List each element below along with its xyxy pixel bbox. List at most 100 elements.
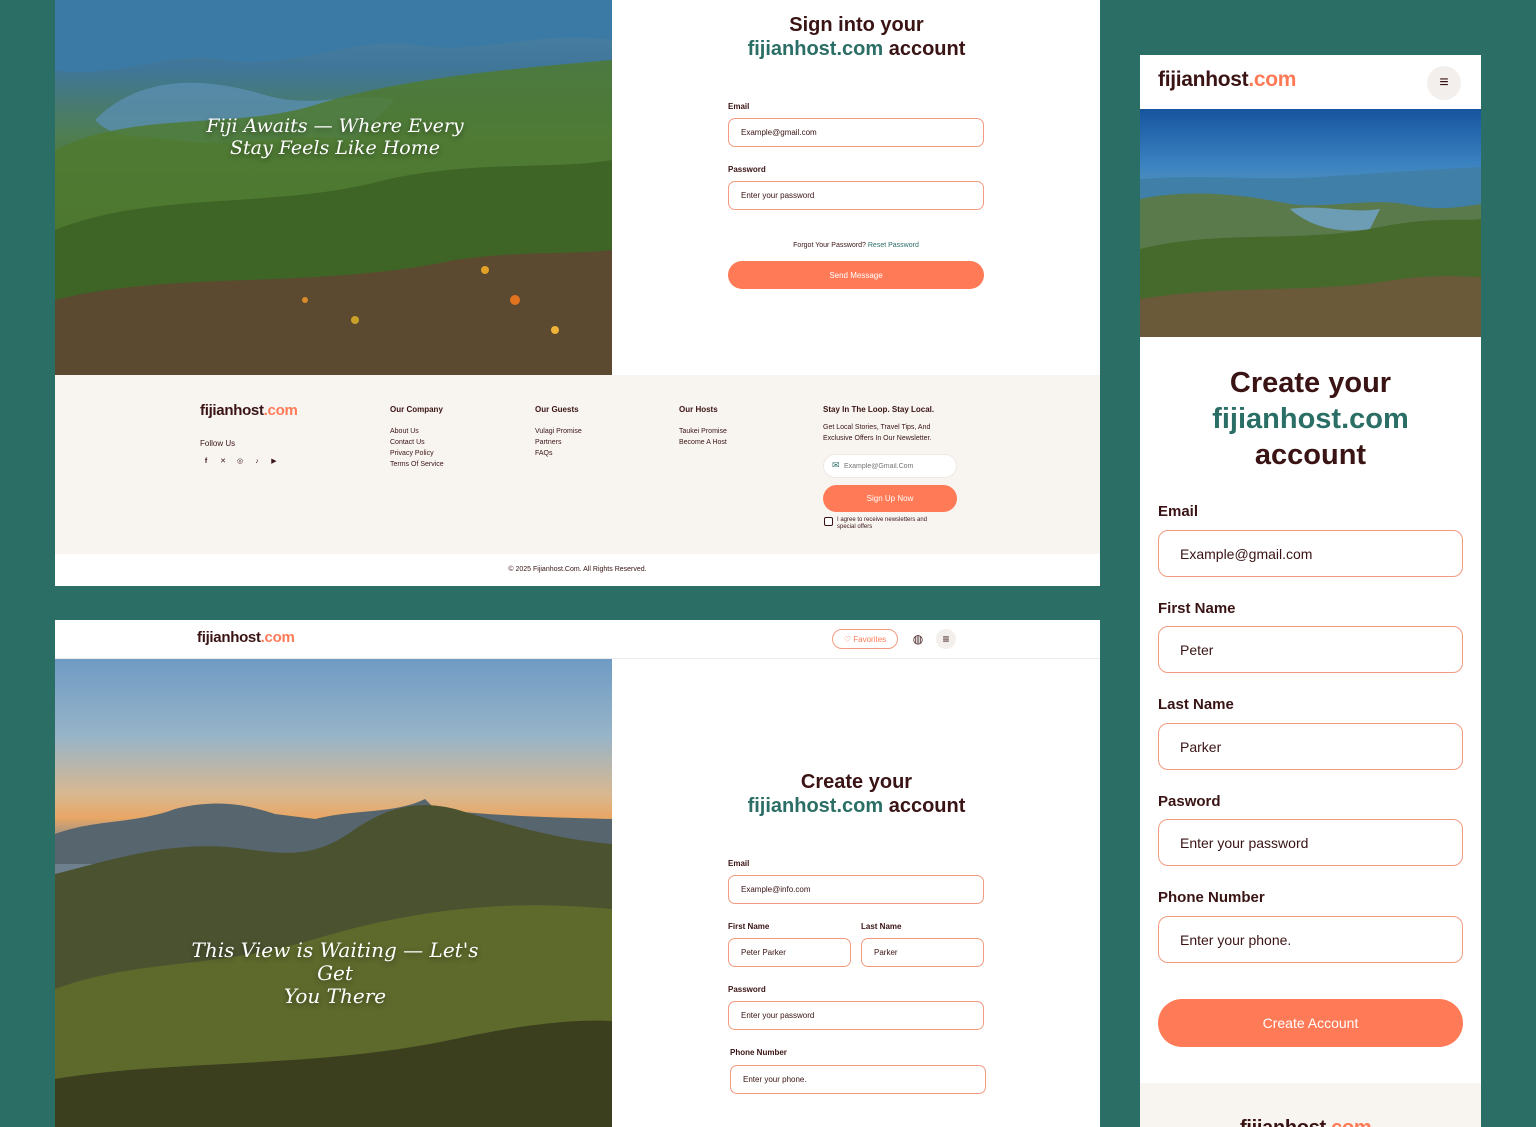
favorites-label: Favorites — [853, 634, 887, 644]
mobile-header: fijianhost.com ≡ — [1140, 55, 1481, 109]
newsletter-consent-checkbox[interactable] — [824, 517, 833, 526]
footer-link-become-a-host[interactable]: Become A Host — [679, 437, 727, 448]
first-name-input[interactable] — [1158, 626, 1463, 673]
password-label: Password — [728, 165, 766, 174]
landscape-illustration — [55, 0, 612, 375]
send-message-button[interactable]: Send Message — [728, 261, 984, 289]
forgot-password-text: Forgot Your Password? — [793, 242, 866, 249]
footer-guests-title: Our Guests — [535, 405, 579, 414]
password-label: Pasword — [1158, 793, 1221, 810]
email-input[interactable] — [1158, 530, 1463, 577]
logo-suffix: .com — [260, 629, 295, 646]
first-name-input[interactable] — [728, 938, 851, 967]
hero-caption-line-1: This View is Waiting — Let's Get — [191, 938, 479, 985]
youtube-icon[interactable]: ▶ — [268, 456, 280, 468]
hero-image — [1140, 109, 1481, 337]
logo-suffix: .com — [1326, 1117, 1372, 1127]
x-icon[interactable]: ✕ — [217, 456, 229, 468]
globe-icon[interactable]: ◍ — [908, 629, 928, 649]
password-input[interactable] — [1158, 819, 1463, 866]
mail-icon: ✉ — [832, 460, 840, 470]
email-input[interactable] — [728, 875, 984, 904]
consent-line-2: special offers — [837, 524, 873, 530]
footer-link-vulagi-promise[interactable]: Vulagi Promise — [535, 426, 582, 437]
newsletter-description-line-1: Get Local Stories, Travel Tips, And — [823, 424, 931, 431]
phone-label: Phone Number — [730, 1048, 787, 1057]
email-label: Email — [728, 859, 750, 868]
top-nav: fijianhost.com ♡ Favorites ◍ ≡ — [55, 620, 1100, 659]
password-label: Password — [728, 985, 766, 994]
phone-input[interactable] — [730, 1065, 986, 1094]
newsletter-description-line-2: Exclusive Offers In Our Newsletter. — [823, 435, 932, 442]
footer-company-title: Our Company — [390, 405, 443, 414]
signup-mobile-frame: fijianhost.com ≡ Create your fijianhost.… — [1140, 55, 1481, 1127]
signin-title: Sign into your fijianhost.com account — [665, 13, 1048, 61]
email-input[interactable] — [728, 118, 984, 147]
signup-title-line-2: fijianhost.com account — [665, 794, 1048, 818]
heart-icon: ♡ — [843, 634, 852, 644]
sign-up-now-button[interactable]: Sign Up Now — [823, 485, 957, 512]
footer-link-contact-us[interactable]: Contact Us — [390, 437, 444, 448]
nav-logo[interactable]: fijianhost.com — [197, 629, 295, 646]
favorites-button[interactable]: ♡ Favorites — [832, 629, 898, 649]
mobile-title-line-3: account — [1254, 439, 1367, 471]
newsletter-email-field[interactable]: ✉ — [823, 454, 957, 478]
hero-caption: This View is Waiting — Let's Get You The… — [175, 939, 495, 1008]
password-input[interactable] — [728, 181, 984, 210]
footer-link-taukei-promise[interactable]: Taukei Promise — [679, 426, 727, 437]
mobile-footer: fijianhost.com — [1140, 1083, 1481, 1127]
signup-title-line-1: Create your — [800, 771, 913, 793]
footer-link-about-us[interactable]: About Us — [390, 426, 444, 437]
first-name-label: First Name — [728, 922, 770, 931]
signin-title-account: account — [883, 38, 966, 60]
landscape-illustration — [1140, 167, 1481, 337]
brand-domain: fijianhost.com — [747, 38, 884, 60]
tiktok-icon[interactable]: ♪ — [251, 456, 263, 468]
footer-hosts-title: Our Hosts — [679, 405, 718, 414]
mobile-title-line-1: Create your — [1229, 367, 1392, 399]
menu-icon[interactable]: ≡ — [1427, 66, 1461, 100]
menu-icon[interactable]: ≡ — [936, 629, 956, 649]
hero-caption-line-2: Stay Feels Like Home — [229, 136, 440, 159]
signup-title: Create your fijianhost.com account — [665, 770, 1048, 818]
email-label: Email — [728, 102, 750, 111]
last-name-input[interactable] — [1158, 723, 1463, 770]
footer-link-partners[interactable]: Partners — [535, 437, 582, 448]
brand-domain: fijianhost.com — [1212, 403, 1409, 435]
last-name-label: Last Name — [861, 922, 902, 931]
mobile-title: Create your fijianhost.com account — [1140, 365, 1481, 473]
brand-domain: fijianhost.com — [747, 795, 884, 817]
footer-guests-links: Vulagi Promise Partners FAQs — [535, 426, 582, 459]
landscape-illustration — [55, 799, 612, 1127]
reset-password-link[interactable]: Reset Password — [868, 242, 919, 249]
mobile-logo[interactable]: fijianhost.com — [1158, 68, 1296, 92]
footer-link-faqs[interactable]: FAQs — [535, 448, 582, 459]
footer-link-privacy-policy[interactable]: Privacy Policy — [390, 448, 444, 459]
first-name-label: First Name — [1158, 600, 1236, 617]
logo-suffix: .com — [263, 402, 298, 419]
hero-caption-line-1: Fiji Awaits — Where Every — [206, 115, 464, 137]
signup-desktop-frame: fijianhost.com ♡ Favorites ◍ ≡ This View… — [55, 620, 1100, 1127]
signin-desktop-frame: Fiji Awaits — Where Every Stay Feels Lik… — [55, 0, 1100, 586]
facebook-icon[interactable]: f — [200, 456, 212, 468]
phone-label: Phone Number — [1158, 889, 1265, 906]
logo-main: fijianhost — [1158, 68, 1249, 91]
last-name-label: Last Name — [1158, 696, 1234, 713]
signin-title-line-1: Sign into your — [789, 14, 924, 36]
last-name-input[interactable] — [861, 938, 984, 967]
logo-suffix: .com — [1248, 68, 1297, 91]
footer-logo[interactable]: fijianhost.com — [200, 402, 298, 419]
create-account-button[interactable]: Create Account — [1158, 999, 1463, 1047]
hero-image: Fiji Awaits — Where Every Stay Feels Lik… — [55, 0, 612, 375]
footer-link-terms-of-service[interactable]: Terms Of Service — [390, 459, 444, 470]
newsletter-email-input[interactable] — [844, 457, 952, 475]
forgot-password-row: Forgot Your Password? Reset Password — [728, 242, 984, 249]
password-input[interactable] — [728, 1001, 984, 1030]
signin-title-line-2: fijianhost.com account — [665, 37, 1048, 61]
newsletter-consent-label: I agree to receive newsletters and speci… — [837, 517, 927, 531]
newsletter-title: Stay In The Loop. Stay Local. — [823, 405, 935, 414]
phone-input[interactable] — [1158, 916, 1463, 963]
mobile-footer-logo[interactable]: fijianhost.com — [1240, 1117, 1372, 1127]
instagram-icon[interactable]: ◎ — [234, 456, 246, 468]
hero-caption: Fiji Awaits — Where Every Stay Feels Lik… — [195, 115, 475, 160]
